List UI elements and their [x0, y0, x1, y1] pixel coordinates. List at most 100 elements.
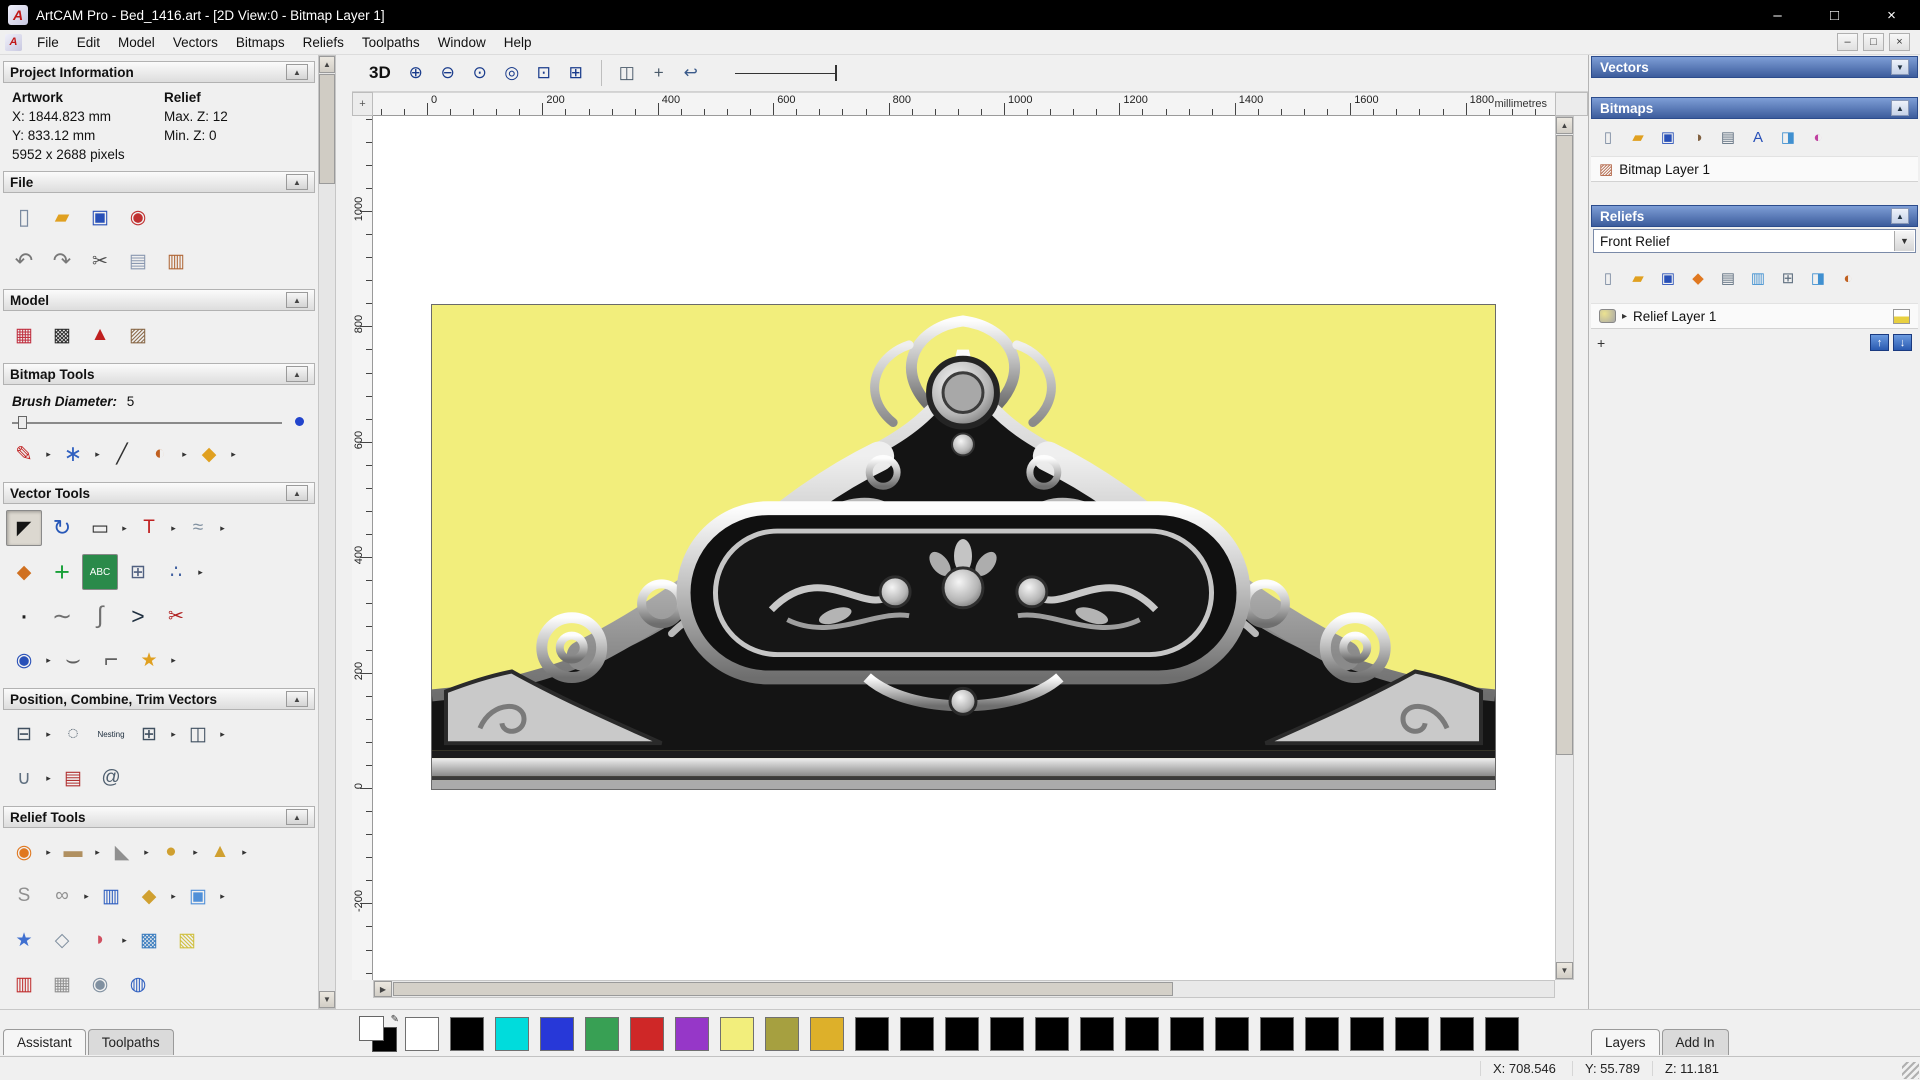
weave-vectors-icon[interactable]: ▤ [55, 760, 91, 796]
reliefs-collapse-icon[interactable]: ▲ [1891, 208, 1909, 224]
rollup-icon[interactable]: ▲ [286, 366, 308, 382]
new-relief-icon[interactable]: ▯ [1595, 265, 1621, 291]
unwrap-relief-icon[interactable]: ◇ [44, 922, 80, 958]
close-button[interactable]: × [1863, 0, 1920, 30]
menu-edit[interactable]: Edit [68, 30, 109, 54]
canvas-2d-view[interactable] [373, 116, 1555, 980]
open-bitmap-icon[interactable]: ▰ [1625, 124, 1651, 150]
section-project-information[interactable]: Project Information ▲ [3, 61, 315, 83]
create-arc-icon[interactable]: ⌣ [55, 642, 91, 678]
menu-help[interactable]: Help [495, 30, 541, 54]
smart-engrave-icon[interactable]: S [6, 878, 42, 914]
palette-swatch-7[interactable] [720, 1016, 754, 1051]
rollup-icon[interactable]: ▲ [286, 485, 308, 501]
copy-icon[interactable]: ▤ [120, 243, 156, 279]
select-vectors-icon[interactable]: ◤ [6, 510, 42, 546]
relief-layer-row[interactable]: ▸ Relief Layer 1 [1591, 303, 1918, 329]
add-clay-icon[interactable]: ● [153, 834, 189, 870]
save-bitmap-icon[interactable]: ▣ [1655, 124, 1681, 150]
palette-swatch-20[interactable] [1305, 1016, 1339, 1051]
palette-swatch-0[interactable] [405, 1016, 439, 1051]
greyscale-icon[interactable]: ▤ [1715, 124, 1741, 150]
set-model-size-icon[interactable]: ▦ [6, 317, 42, 353]
paint-selective-icon-flyout[interactable]: ▸ [92, 436, 103, 472]
create-star-icon[interactable]: ★ [131, 642, 167, 678]
sculpt-icon[interactable]: ◣ [104, 834, 140, 870]
bitmaps-header[interactable]: Bitmaps ▲ [1591, 97, 1918, 119]
calculate-relief-icon[interactable]: ◆ [1685, 265, 1711, 291]
relief-page-icon[interactable]: ▥ [1745, 265, 1771, 291]
load-relief-icon[interactable]: ▨ [120, 317, 156, 353]
palette-swatch-24[interactable] [1485, 1016, 1519, 1051]
sculpt-icon-flyout[interactable]: ▸ [141, 834, 152, 870]
weave-relief-icon[interactable]: ∞ [44, 878, 80, 914]
slice-handle[interactable] [834, 65, 837, 81]
text-on-curve-icon[interactable]: ABC [82, 554, 118, 590]
add-clay-icon-flyout[interactable]: ▸ [190, 834, 201, 870]
section-model[interactable]: Model ▲ [3, 289, 315, 311]
palette-swatch-1[interactable] [450, 1016, 484, 1051]
palette-swatch-23[interactable] [1440, 1016, 1474, 1051]
palette-swatch-19[interactable] [1260, 1016, 1294, 1051]
transform-vectors-icon[interactable]: ↻ [44, 510, 80, 546]
wrap-vectors-icon[interactable]: @ [93, 760, 129, 796]
current-colour-indicator[interactable]: ✎ [357, 1014, 399, 1054]
paint-icon-flyout[interactable]: ▸ [43, 436, 54, 472]
slider-link-dot[interactable] [295, 417, 304, 426]
fillet-icon[interactable]: ⌐ [93, 642, 129, 678]
rollup-icon[interactable]: ▲ [286, 292, 308, 308]
rollup-icon[interactable]: ▲ [286, 809, 308, 825]
create-point-icon[interactable]: · [6, 598, 42, 634]
bitmaps-collapse-icon[interactable]: ▲ [1891, 100, 1909, 116]
rollup-icon[interactable]: ▲ [286, 64, 308, 80]
slider-handle[interactable] [18, 416, 27, 429]
palette-swatch-17[interactable] [1170, 1016, 1204, 1051]
assistant-scroll-thumb[interactable] [319, 74, 335, 184]
section-position-combine-trim[interactable]: Position, Combine, Trim Vectors ▲ [3, 688, 315, 710]
rollup-icon[interactable]: ▲ [286, 174, 308, 190]
create-polyline-icon[interactable]: > [120, 598, 156, 634]
shape-editor-icon-flyout[interactable]: ▸ [43, 834, 54, 870]
transfer-relief-icon[interactable]: ⊞ [1775, 265, 1801, 291]
brush-diameter-slider[interactable] [12, 414, 306, 430]
palette-swatch-21[interactable] [1350, 1016, 1384, 1051]
combo-dropdown-icon[interactable]: ▼ [1894, 231, 1914, 251]
section-relief-tools[interactable]: Relief Tools ▲ [3, 806, 315, 828]
create-rectangle-icon-flyout[interactable]: ▸ [119, 510, 130, 546]
assistant-scrollbar[interactable]: ▲ ▼ [318, 55, 336, 1009]
open-relief-icon[interactable]: ▰ [1625, 265, 1651, 291]
align-objects-icon[interactable]: ⊟ [6, 716, 42, 752]
tab-add-in[interactable]: Add In [1661, 1029, 1729, 1055]
open-model-icon[interactable]: ▰ [44, 199, 80, 235]
relief-tool-icon[interactable]: ◍ [120, 966, 156, 1002]
palette-swatch-3[interactable] [540, 1016, 574, 1051]
paint-selective-icon[interactable]: ∗ [55, 436, 91, 472]
section-vector-tools[interactable]: Vector Tools ▲ [3, 482, 315, 504]
two-rail-sweep-icon[interactable]: ▥ [93, 878, 129, 914]
palette-swatch-13[interactable] [990, 1016, 1024, 1051]
scroll-down-icon[interactable]: ▼ [1556, 962, 1573, 979]
new-model-icon[interactable]: ▯ [6, 199, 42, 235]
palette-swatch-12[interactable] [945, 1016, 979, 1051]
palette-swatch-15[interactable] [1080, 1016, 1114, 1051]
palette-swatch-18[interactable] [1215, 1016, 1249, 1051]
zoom-out-icon[interactable]: ⊖ [433, 58, 463, 88]
menu-model[interactable]: Model [109, 30, 164, 54]
paint-icon[interactable]: ✎ [6, 436, 42, 472]
palette-swatch-11[interactable] [900, 1016, 934, 1051]
create-circle-icon-flyout[interactable]: ▸ [43, 642, 54, 678]
palette-icon[interactable]: ◐ [142, 436, 178, 472]
new-bitmap-icon[interactable]: ▯ [1595, 124, 1621, 150]
texture-relief-icon-flyout[interactable]: ▸ [239, 834, 250, 870]
menu-bitmaps[interactable]: Bitmaps [227, 30, 294, 54]
minimize-button[interactable]: – [1749, 0, 1806, 30]
flood-fill-icon[interactable]: ◆ [191, 436, 227, 472]
move-layer-up-button[interactable]: ↑ [1870, 334, 1889, 351]
offset-relief-icon[interactable]: ▧ [169, 922, 205, 958]
set-lighting-icon[interactable]: ▲ [82, 317, 118, 353]
resize-grip[interactable] [1902, 1062, 1919, 1079]
menu-vectors[interactable]: Vectors [164, 30, 227, 54]
cut-icon[interactable]: ✂ [82, 243, 118, 279]
palette-swatch-8[interactable] [765, 1016, 799, 1051]
create-freehand-icon[interactable]: ∼ [44, 598, 80, 634]
